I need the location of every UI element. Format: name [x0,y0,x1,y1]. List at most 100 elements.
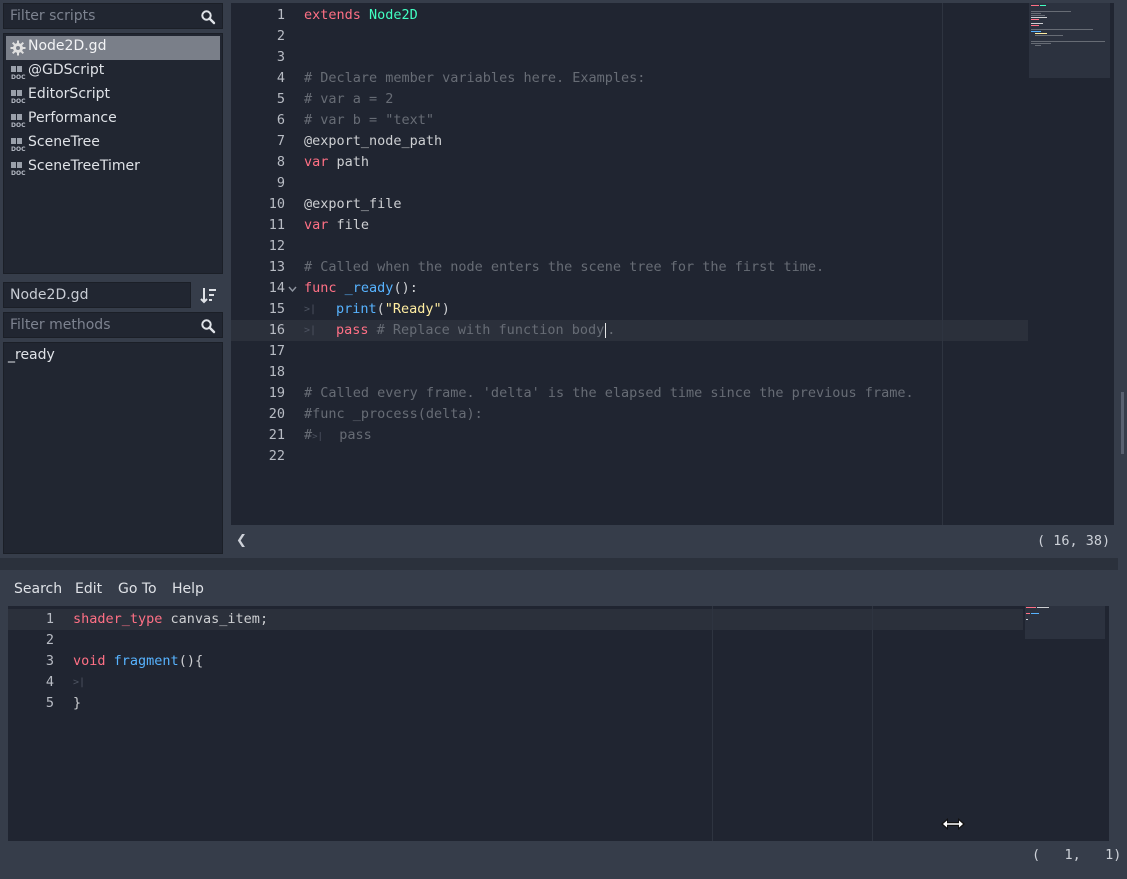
code-line-8: var path [304,154,370,170]
menu-search[interactable]: Search [14,581,62,597]
svg-text:DOC: DOC [11,74,26,80]
code-line-4: # Declare member variables here. Example… [304,70,646,86]
tab-indicator-icon: >| [304,304,317,315]
sort-icon[interactable] [200,286,218,304]
script-cursor-position: ( 16, 38) [1037,533,1111,549]
code-line-20: #func _process(delta): [304,406,483,422]
script-list[interactable]: Node2D.gd DOC @GDScript DOC EditorScript… [3,33,223,274]
line-number: 11 [268,217,285,233]
line-number: 19 [268,385,285,401]
line-number: 4 [276,70,285,86]
line-number: 6 [276,112,285,128]
script-label: SceneTree [28,134,100,150]
line-number: 5 [276,91,285,107]
script-item-scenetreetimer[interactable]: DOC SceneTreeTimer [6,156,220,180]
line-number: 8 [276,154,285,170]
svg-text:DOC: DOC [11,146,26,152]
line-number: 3 [45,653,54,669]
doc-icon: DOC [10,88,26,105]
line-length-guide [942,3,943,525]
shader-cursor-position: ( 1, 1) [1032,847,1122,863]
method-item-ready[interactable]: _ready [8,347,55,363]
line-number: 3 [276,49,285,65]
doc-icon: DOC [10,112,26,129]
line-number: 14 [268,280,285,296]
tab-indicator-icon: >| [73,677,86,688]
script-code-editor[interactable]: 1 2 3 4 5 6 7 8 9 10 11 12 13 14 15 16 1… [231,3,1114,525]
line-number: 2 [276,28,285,44]
shader-line-5: } [73,695,82,711]
code-line-1: extends Node2D [304,7,418,23]
doc-icon: DOC [10,136,26,153]
code-line-21: #>| pass [304,427,372,443]
code-line-14: func _ready(): [304,280,418,296]
line-number: 5 [45,695,54,711]
script-item-performance[interactable]: DOC Performance [6,108,220,132]
line-number: 22 [268,448,285,464]
line-number: 13 [268,259,285,275]
line-number: 1 [276,7,285,23]
vertical-scrollbar[interactable] [1121,392,1124,454]
code-line-19: # Called every frame. 'delta' is the ela… [304,385,914,401]
code-line-16: pass # Replace with function body. [336,322,616,338]
code-line-10: @export_file [304,196,402,212]
script-item-node2d[interactable]: Node2D.gd [6,36,220,60]
line-number: 16 [268,322,285,338]
script-item-gdscript[interactable]: DOC @GDScript [6,60,220,84]
script-label: Node2D.gd [28,38,107,54]
script-left-arrow-icon[interactable]: ❮ [236,533,247,548]
script-label: Performance [28,110,117,126]
line-number: 1 [45,611,54,627]
line-number: 17 [268,343,285,359]
doc-icon: DOC [10,64,26,81]
menu-edit[interactable]: Edit [75,581,102,597]
code-line-13: # Called when the node enters the scene … [304,259,825,275]
code-line-6: # var b = "text" [304,112,435,128]
line-number: 9 [276,175,285,191]
search-icon [201,10,216,25]
script-label: SceneTreeTimer [28,158,140,174]
script-item-editorscript[interactable]: DOC EditorScript [6,84,220,108]
filter-scripts-placeholder: Filter scripts [10,8,96,24]
shader-line-1: shader_type canvas_item; [73,611,269,627]
panel-split-handle[interactable] [0,558,1118,570]
shader-minimap[interactable] [1025,606,1105,639]
resize-cursor-icon [941,818,965,830]
gear-icon [10,40,26,56]
script-item-scenetree[interactable]: DOC SceneTree [6,132,220,156]
filter-scripts-input[interactable]: Filter scripts [3,3,223,29]
filter-methods-input[interactable]: Filter methods [3,312,223,338]
menu-help[interactable]: Help [172,581,204,597]
line-length-guide [712,606,713,841]
code-line-7: @export_node_path [304,133,443,149]
doc-icon: DOC [10,160,26,177]
line-length-guide [872,606,873,841]
code-line-11: var file [304,217,370,233]
fold-arrow-icon[interactable] [288,286,297,292]
search-icon [201,319,216,334]
script-label: EditorScript [28,86,111,102]
line-number: 4 [45,674,54,690]
code-minimap[interactable] [1029,3,1110,78]
current-script-name: Node2D.gd [3,282,191,308]
method-list[interactable]: _ready [3,342,223,554]
code-line-5: # var a = 2 [304,91,394,107]
shader-code-editor[interactable]: 1 2 3 4 5 shader_type canvas_item; void … [8,606,1109,841]
svg-text:DOC: DOC [11,170,26,176]
svg-text:DOC: DOC [11,122,26,128]
code-line-15: print("Ready") [336,301,450,317]
shader-line-3: void fragment(){ [73,653,204,669]
line-number: 21 [268,427,285,443]
line-number: 7 [276,133,285,149]
tab-indicator-icon: >| [304,325,317,336]
line-number: 2 [45,632,54,648]
svg-text:DOC: DOC [11,98,26,104]
script-label: @GDScript [28,62,105,78]
line-number: 20 [268,406,285,422]
line-number: 12 [268,238,285,254]
line-number: 15 [268,301,285,317]
line-number: 18 [268,364,285,380]
filter-methods-placeholder: Filter methods [10,317,111,333]
line-number: 10 [268,196,285,212]
menu-go-to[interactable]: Go To [118,581,157,597]
